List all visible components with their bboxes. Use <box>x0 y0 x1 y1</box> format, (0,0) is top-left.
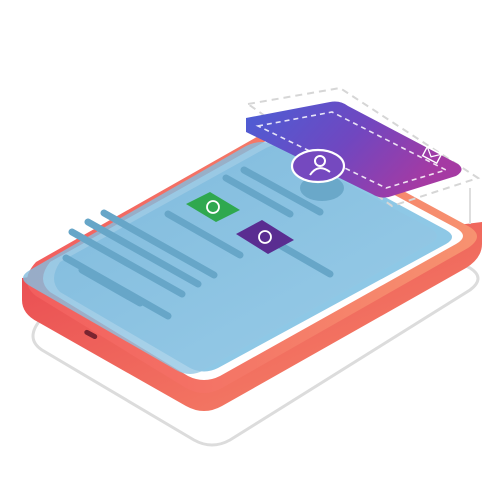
illustration-canvas <box>0 0 500 500</box>
user-profile-icon <box>290 148 346 184</box>
isometric-phone-illustration <box>22 86 482 447</box>
